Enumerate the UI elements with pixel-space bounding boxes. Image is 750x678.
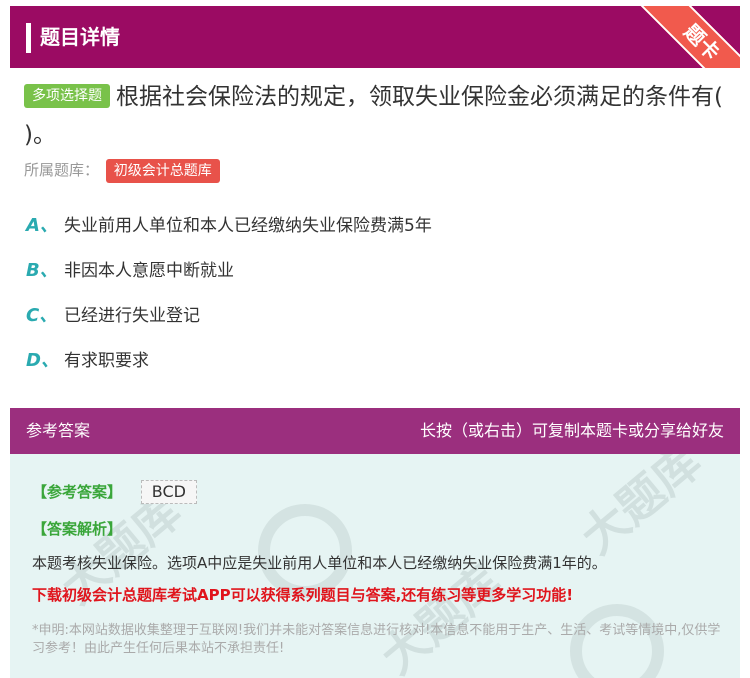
reference-answer-value: BCD [140, 480, 197, 504]
option-text: 失业前用人单位和本人已经缴纳失业保险费满5年 [64, 216, 432, 236]
answer-section-body: 大题库 大题库 大题库 【参考答案】 BCD 【答案解析】 本题考核失业保险。选… [10, 454, 740, 678]
answer-section-header: 参考答案 长按（或右击）可复制本题卡或分享给好友 [10, 408, 740, 454]
question-bank-link[interactable]: 初级会计总题库 [105, 159, 220, 183]
option-text: 非因本人意愿中断就业 [64, 261, 234, 281]
answer-section-title: 参考答案 [26, 421, 91, 440]
option-text: 有求职要求 [64, 351, 149, 371]
analysis-label: 【答案解析】 [32, 520, 123, 538]
question-bank-label: 所属题库： [24, 161, 100, 179]
option-b[interactable]: B、 非因本人意愿中断就业 [26, 259, 234, 283]
question-text-block: 多项选择题 根据社会保险法的规定，领取失业保险金必须满足的条件有( )。 [24, 78, 724, 154]
option-letter: C、 [26, 305, 58, 326]
reference-answer-label: 【参考答案】 [32, 483, 123, 501]
option-letter: B、 [26, 260, 58, 281]
page-title: 题目详情 [40, 25, 120, 49]
page-header: 题目详情 题卡 [10, 6, 740, 106]
option-letter: D、 [26, 350, 59, 371]
option-text: 已经进行失业登记 [64, 306, 200, 326]
option-d[interactable]: D、 有求职要求 [26, 349, 149, 373]
app-download-promo[interactable]: 下载初级会计总题库考试APP可以获得系列题目与答案,还有练习等更多学习功能! [32, 584, 732, 606]
question-text: 根据社会保险法的规定，领取失业保险金必须满足的条件有( )。 [24, 84, 723, 148]
reference-answer: 【参考答案】 BCD [32, 480, 197, 504]
option-letter: A、 [26, 215, 58, 236]
disclaimer-text: *申明:本网站数据收集整理于互联网!我们并未能对答案信息进行核对!本信息不能用于… [32, 623, 721, 656]
analysis-text: 本题考核失业保险。选项A中应是失业前用人单位和本人已经缴纳失业保险费满1年的。 [32, 554, 607, 572]
question-bank: 所属题库： 初级会计总题库 [24, 158, 220, 183]
watermark-icon: 大题库 [570, 454, 712, 565]
header-accent-bar [26, 23, 31, 53]
share-hint: 长按（或右击）可复制本题卡或分享给好友 [419, 421, 724, 440]
option-a[interactable]: A、 失业前用人单位和本人已经缴纳失业保险费满5年 [26, 214, 432, 238]
question-card: 多项选择题 根据社会保险法的规定，领取失业保险金必须满足的条件有( )。 所属题库… [10, 68, 740, 408]
question-type-badge: 多项选择题 [24, 84, 110, 108]
option-c[interactable]: C、 已经进行失业登记 [26, 304, 200, 328]
